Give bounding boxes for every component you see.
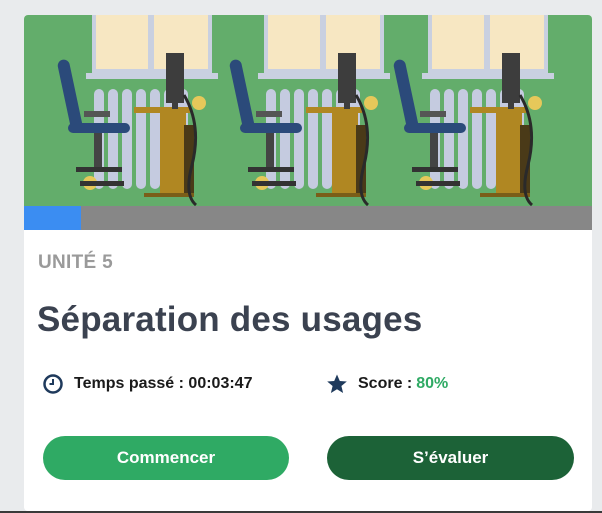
score: Score : 80%: [326, 373, 448, 395]
evaluate-button[interactable]: S’évaluer: [327, 436, 574, 480]
time-spent-text: Temps passé : 00:03:47: [74, 375, 253, 392]
clock-icon: [43, 374, 63, 394]
start-button[interactable]: Commencer: [43, 436, 289, 480]
time-spent: Temps passé : 00:03:47: [42, 373, 252, 395]
course-title: Séparation des usages: [37, 300, 423, 339]
score-value: 80%: [416, 375, 449, 392]
course-card: UNITÉ 5 Séparation des usages Temps pass…: [24, 15, 592, 511]
progress-bar: [24, 206, 592, 230]
progress-fill: [24, 206, 81, 230]
unit-label: UNITÉ 5: [38, 252, 113, 273]
star-icon: [327, 374, 347, 393]
score-label: Score :: [358, 375, 413, 392]
course-illustration: [24, 15, 592, 206]
